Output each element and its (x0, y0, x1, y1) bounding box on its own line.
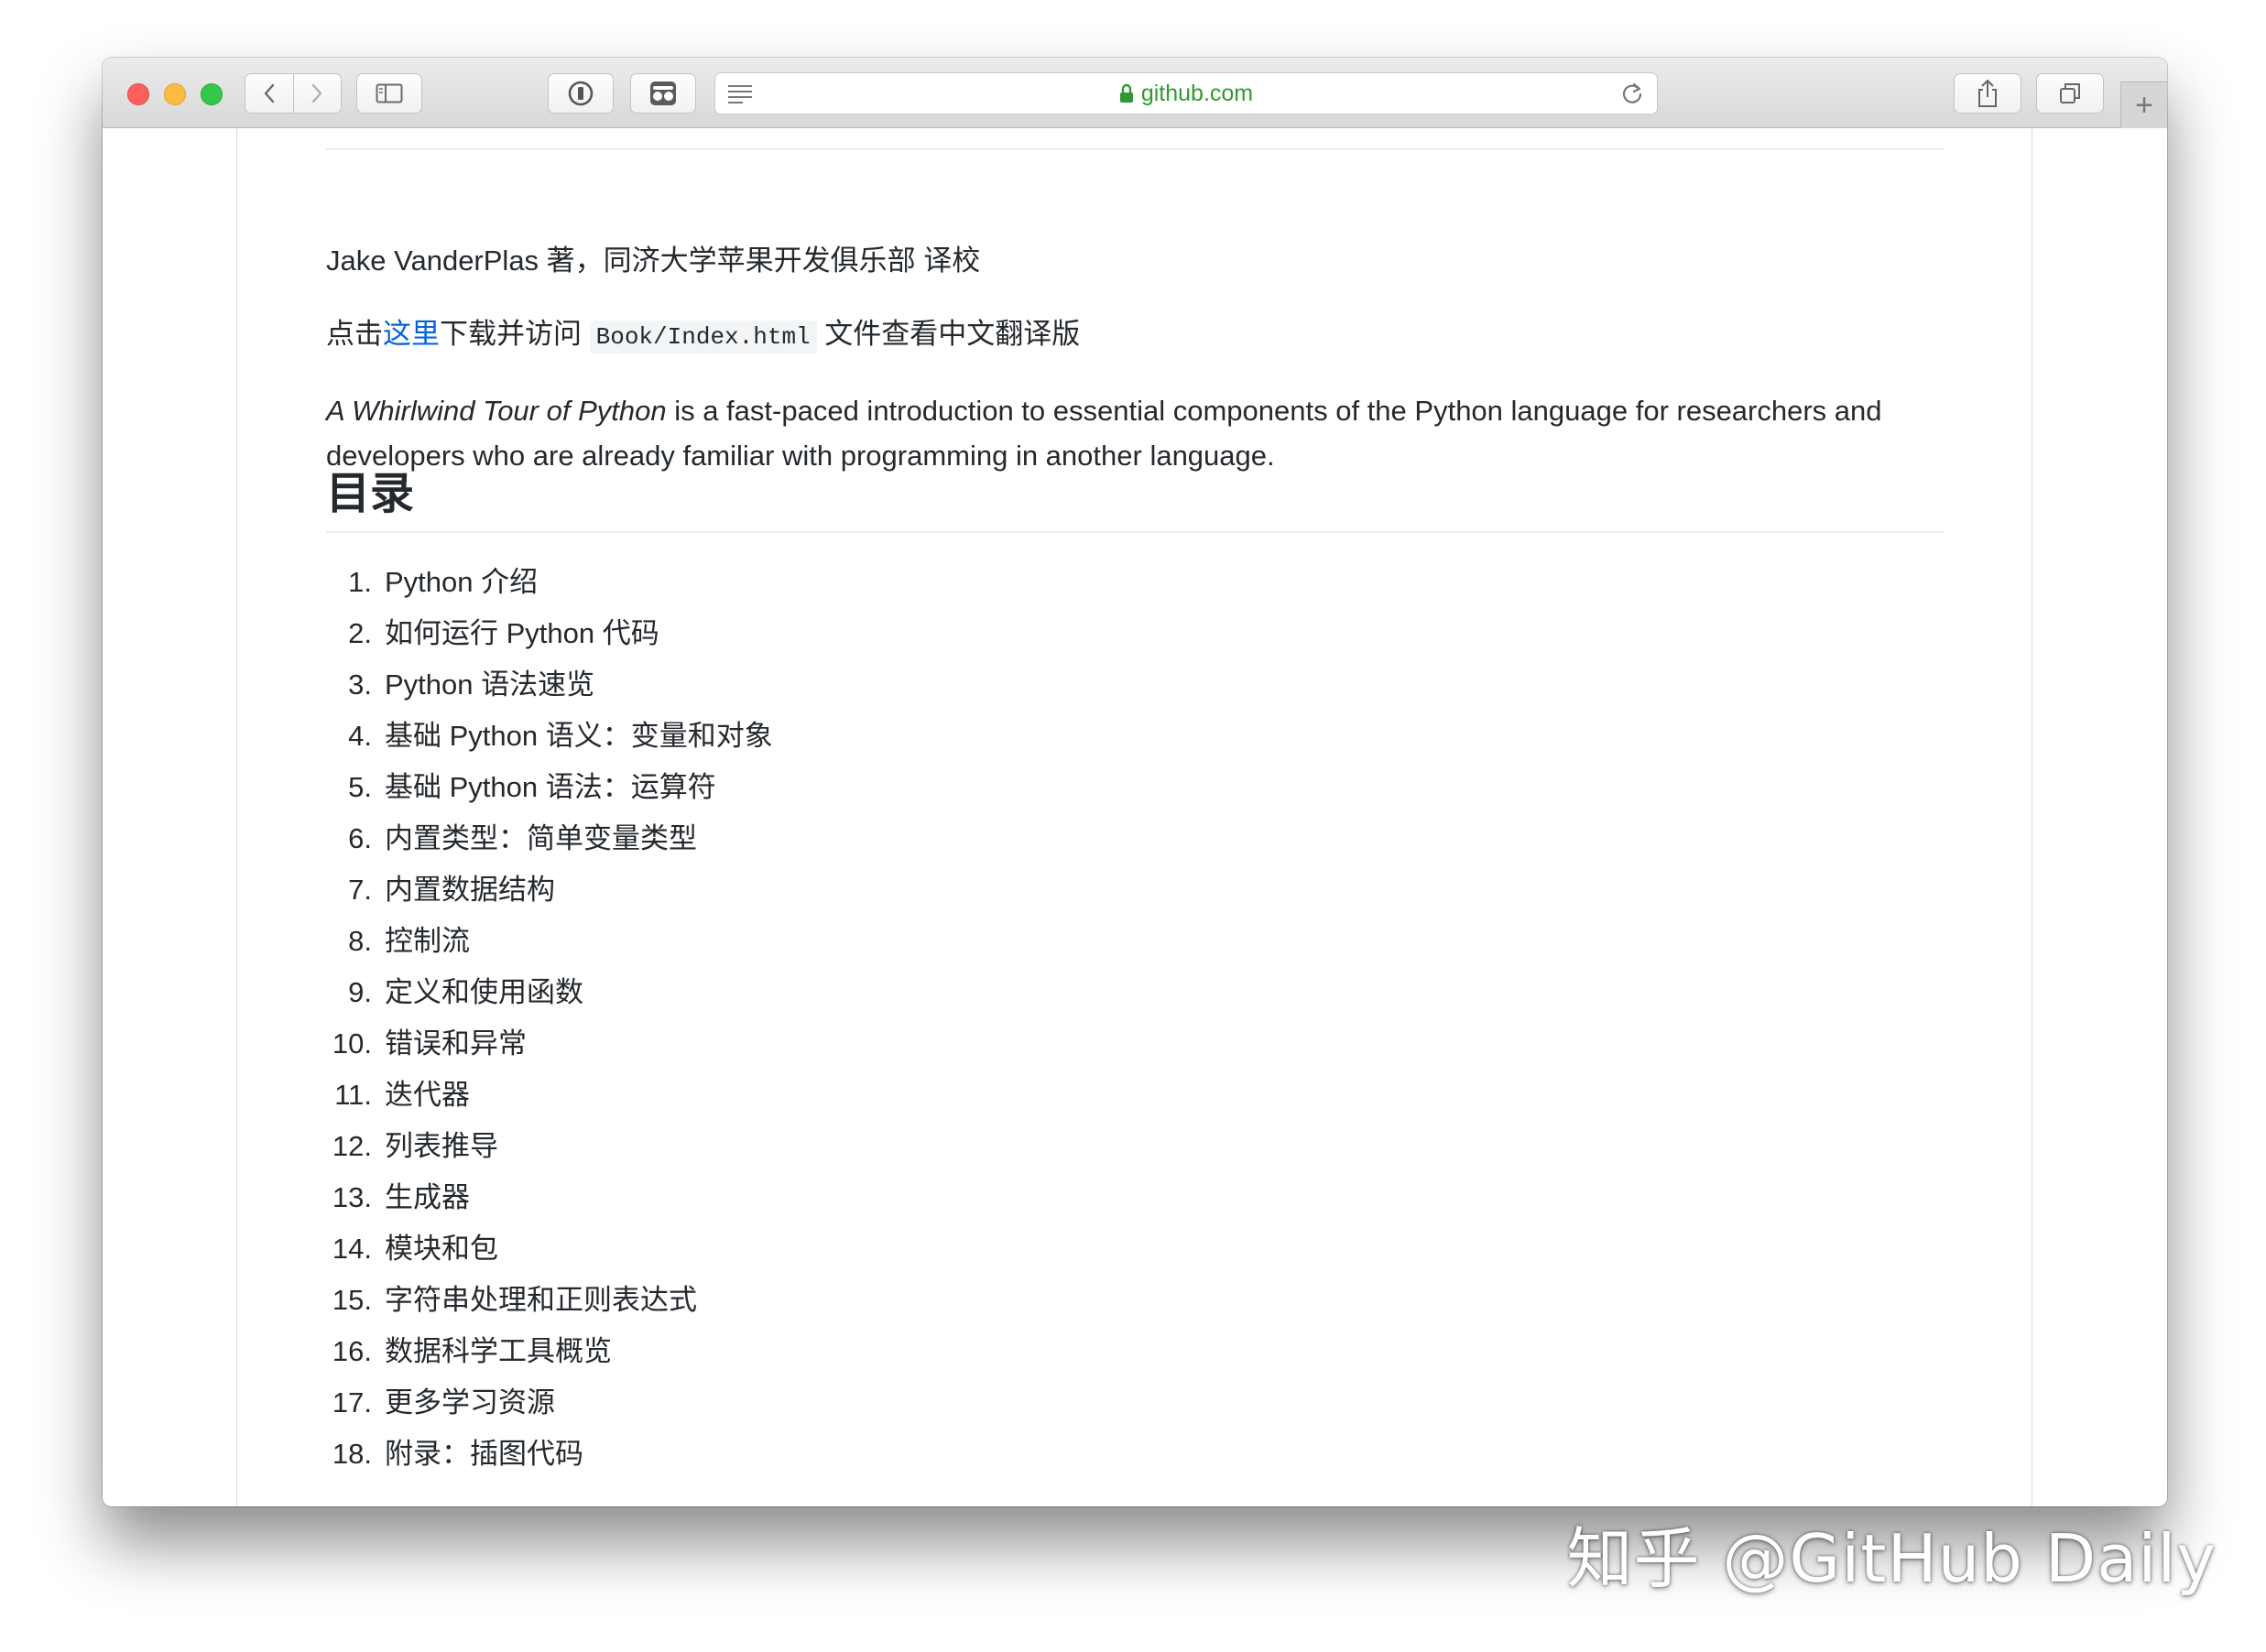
page-left-border (236, 128, 237, 1506)
download-suffix: 文件查看中文翻译版 (816, 318, 1081, 350)
toc-item-label: 模块和包 (385, 1233, 498, 1265)
toc-item[interactable]: 1. Python 介绍 (326, 557, 773, 608)
toc-item-label: 基础 Python 语法：运算符 (385, 771, 716, 803)
toc-item[interactable]: 7. 内置数据结构 (326, 864, 773, 916)
back-button[interactable] (245, 74, 294, 113)
toc-item-number: 10. (332, 1027, 372, 1060)
forward-button[interactable] (294, 74, 342, 113)
toc-item-number: 13. (332, 1181, 372, 1213)
toc-item-label: Python 介绍 (385, 566, 539, 598)
share-button[interactable] (1954, 73, 2021, 114)
watermark-text: 知乎 @GitHub Daily (1566, 1520, 2217, 1597)
author-line: Jake VanderPlas 著，同济大学苹果开发俱乐部 译校 (326, 245, 981, 277)
toc-item-label: 内置类型：简单变量类型 (385, 822, 697, 854)
toc-item-label: 基础 Python 语义：变量和对象 (385, 720, 773, 752)
reload-icon[interactable] (1620, 82, 1644, 105)
close-window-button[interactable] (127, 83, 149, 105)
lock-icon (1119, 83, 1133, 103)
heading-divider (326, 531, 1944, 533)
minimize-window-button[interactable] (164, 83, 186, 105)
download-line: 点击这里下载并访问 Book/Index.html 文件查看中文翻译版 (326, 311, 1944, 360)
toc-item-number: 3. (348, 668, 372, 701)
toc-item-number: 6. (348, 822, 372, 854)
toc-heading: 目录 (326, 470, 415, 518)
toc-item-label: 列表推导 (385, 1130, 498, 1162)
password-manager-icon (568, 81, 594, 106)
browser-toolbar: github.com + (103, 58, 2167, 128)
toc-item-number: 5. (348, 771, 372, 803)
toc-item-number: 12. (332, 1130, 372, 1162)
web-content: Jake VanderPlas 著，同济大学苹果开发俱乐部 译校 点击这里下载并… (103, 128, 2167, 1506)
toc-item[interactable]: 13. 生成器 (326, 1172, 773, 1223)
toc-item-number: 18. (332, 1438, 372, 1470)
toc-item-label: 生成器 (385, 1181, 470, 1213)
toc-item-number: 2. (348, 617, 372, 649)
table-of-contents: 1. Python 介绍 2. 如何运行 Python 代码 3. Python 语法… (326, 557, 773, 1480)
download-link[interactable]: 这里 (383, 318, 440, 350)
chevron-right-icon (312, 83, 322, 103)
toc-item-label: 字符串处理和正则表达式 (385, 1284, 697, 1316)
toc-item[interactable]: 4. 基础 Python 语义：变量和对象 (326, 711, 773, 762)
toc-item-number: 1. (348, 566, 372, 598)
toc-item[interactable]: 2. 如何运行 Python 代码 (326, 608, 773, 659)
toc-item[interactable]: 9. 定义和使用函数 (326, 967, 773, 1018)
download-middle: 下载并访问 (440, 318, 590, 350)
toc-item-label: 控制流 (385, 925, 470, 957)
navigation-buttons (245, 73, 342, 114)
sidebar-button[interactable] (356, 73, 422, 114)
toc-item[interactable]: 14. 模块和包 (326, 1223, 773, 1275)
toc-item-label: Python 语法速览 (385, 668, 595, 701)
toc-item[interactable]: 6. 内置类型：简单变量类型 (326, 813, 773, 864)
toc-item-label: 错误和异常 (385, 1027, 527, 1060)
extension-icon (650, 82, 676, 105)
toc-item-label: 定义和使用函数 (385, 976, 583, 1008)
password-manager-button[interactable] (548, 73, 614, 114)
toc-item-number: 11. (334, 1079, 372, 1111)
extension-button[interactable] (630, 73, 696, 114)
toc-item-label: 如何运行 Python 代码 (385, 617, 659, 649)
toc-item-label: 附录：插图代码 (385, 1438, 583, 1470)
index-file-path: Book/Index.html (589, 321, 817, 353)
tab-overview-icon (2060, 83, 2080, 103)
toc-item-number: 9. (348, 976, 372, 1008)
toc-item[interactable]: 12. 列表推导 (326, 1121, 773, 1172)
new-tab-button[interactable]: + (2120, 82, 2167, 128)
share-icon (1978, 79, 1997, 107)
toc-item-number: 4. (348, 720, 372, 752)
toc-item-number: 16. (332, 1335, 372, 1367)
toc-item-label: 更多学习资源 (385, 1386, 555, 1418)
sidebar-icon (376, 83, 403, 103)
toc-item-number: 14. (332, 1233, 372, 1265)
zoom-window-button[interactable] (201, 83, 223, 105)
toc-item[interactable]: 8. 控制流 (326, 916, 773, 967)
toc-item[interactable]: 11. 迭代器 (326, 1070, 773, 1121)
toc-item[interactable]: 15. 字符串处理和正则表达式 (326, 1275, 773, 1326)
toc-item-label: 内置数据结构 (385, 874, 555, 906)
download-prefix: 点击 (326, 318, 383, 350)
toc-item[interactable]: 3. Python 语法速览 (326, 659, 773, 711)
toc-item-number: 7. (348, 874, 372, 906)
toc-item-number: 15. (332, 1284, 372, 1316)
toc-item[interactable]: 10. 错误和异常 (326, 1018, 773, 1070)
url-text: github.com (1140, 80, 1254, 106)
browser-window: github.com + Jake VanderPlas 著，同济大学苹果开发俱… (103, 58, 2167, 1506)
plus-icon: + (2135, 88, 2153, 123)
toc-item-label: 迭代器 (385, 1079, 470, 1111)
address-bar[interactable]: github.com (714, 72, 1658, 114)
toc-item[interactable]: 16. 数据科学工具概览 (326, 1326, 773, 1377)
tab-overview-button[interactable] (2036, 73, 2104, 114)
toc-item[interactable]: 5. 基础 Python 语法：运算符 (326, 762, 773, 813)
book-title: A Whirlwind Tour of Python (326, 395, 667, 427)
toc-item[interactable]: 18. 附录：插图代码 (326, 1429, 773, 1480)
intro-paragraph: A Whirlwind Tour of Python is a fast-pac… (326, 388, 1944, 478)
toc-item-number: 8. (348, 925, 372, 957)
toc-item-label: 数据科学工具概览 (385, 1335, 612, 1367)
chevron-left-icon (264, 83, 274, 103)
url-display[interactable]: github.com (715, 73, 1657, 114)
toc-item-number: 17. (332, 1386, 372, 1418)
section-divider (326, 148, 1944, 150)
toc-item[interactable]: 17. 更多学习资源 (326, 1377, 773, 1429)
